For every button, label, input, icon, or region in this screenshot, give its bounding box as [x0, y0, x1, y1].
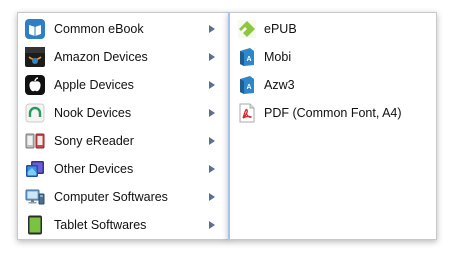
svg-text:A: A — [246, 84, 251, 91]
submenu-arrow-icon — [209, 165, 215, 173]
menu-item-sony-ereader[interactable]: Sony eReader — [18, 127, 228, 155]
menu-item-other-devices[interactable]: Other Devices — [18, 155, 228, 183]
tablet-devices-icon — [25, 159, 45, 179]
ebook-format-submenu: ePUB A Mobi A Azw3 PDF (Common Font, A4) — [228, 12, 437, 240]
submenu-item-mobi[interactable]: A Mobi — [230, 43, 436, 71]
device-category-menu: Common eBook Amazon Devices Apple Device… — [17, 12, 229, 240]
menu-label: ePUB — [264, 22, 297, 36]
submenu-item-epub[interactable]: ePUB — [230, 15, 436, 43]
epub-icon — [237, 19, 257, 39]
submenu-arrow-icon — [209, 25, 215, 33]
sony-ereader-icon — [25, 131, 45, 151]
menu-label: Other Devices — [54, 162, 134, 176]
menu-item-apple-devices[interactable]: Apple Devices — [18, 71, 228, 99]
submenu-item-azw3[interactable]: A Azw3 — [230, 71, 436, 99]
green-tablet-icon — [25, 215, 45, 235]
submenu-arrow-icon — [209, 53, 215, 61]
menu-item-common-ebook[interactable]: Common eBook — [18, 15, 228, 43]
submenu-arrow-icon — [209, 109, 215, 117]
menu-label: Amazon Devices — [54, 50, 148, 64]
azw3-book-icon: A — [237, 75, 257, 95]
menu-label: Apple Devices — [54, 78, 134, 92]
computer-icon — [25, 187, 45, 207]
apple-logo-icon — [25, 75, 45, 95]
submenu-arrow-icon — [209, 221, 215, 229]
menu-label: Nook Devices — [54, 106, 132, 120]
svg-text:A: A — [246, 56, 251, 63]
submenu-arrow-icon — [209, 137, 215, 145]
menu-label: Sony eReader — [54, 134, 134, 148]
menu-item-amazon-devices[interactable]: Amazon Devices — [18, 43, 228, 71]
menu-label: Mobi — [264, 50, 292, 64]
pdf-icon — [237, 103, 257, 123]
menu-label: Tablet Softwares — [54, 218, 147, 232]
menu-label: PDF (Common Font, A4) — [264, 106, 402, 120]
menu-item-tablet-softwares[interactable]: Tablet Softwares — [18, 211, 228, 239]
menu-label: Azw3 — [264, 78, 295, 92]
mobi-book-icon: A — [237, 47, 257, 67]
submenu-arrow-icon — [209, 81, 215, 89]
menu-item-nook-devices[interactable]: Nook Devices — [18, 99, 228, 127]
submenu-item-pdf[interactable]: PDF (Common Font, A4) — [230, 99, 436, 127]
open-book-icon — [25, 19, 45, 39]
menu-item-computer-softwares[interactable]: Computer Softwares — [18, 183, 228, 211]
menu-label: Computer Softwares — [54, 190, 168, 204]
amazon-logo-icon — [25, 47, 45, 67]
menu-label: Common eBook — [54, 22, 144, 36]
nook-icon — [25, 103, 45, 123]
submenu-arrow-icon — [209, 193, 215, 201]
